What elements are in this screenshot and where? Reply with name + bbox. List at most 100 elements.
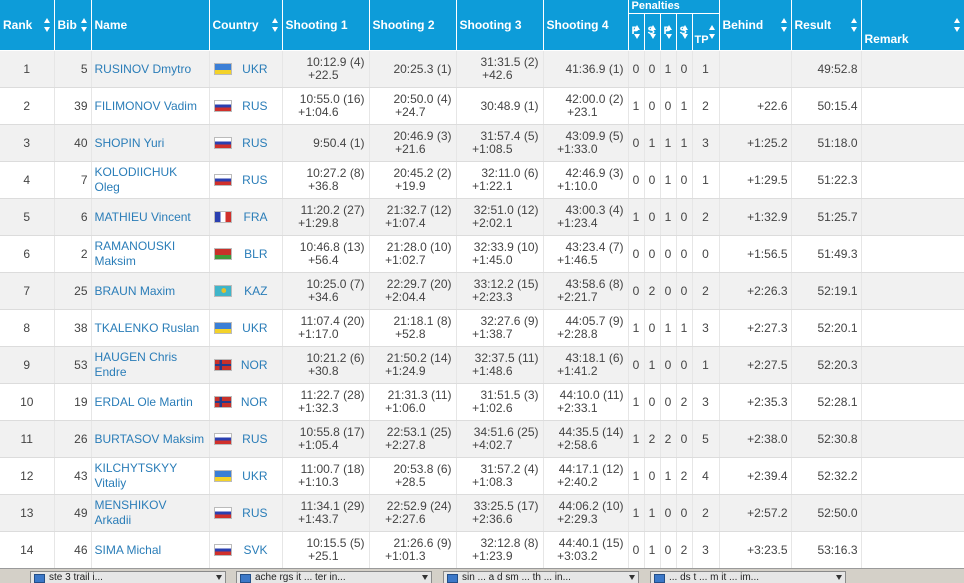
flag-icon — [213, 100, 232, 113]
header-pen-p1[interactable]: P — [628, 13, 645, 51]
shooting-2-cell: 20:25.3 (1) — [369, 50, 457, 88]
penalty-cell: 2 — [644, 420, 661, 458]
result-cell: 51:18.0 — [791, 124, 862, 162]
country-code[interactable]: RUS — [238, 173, 267, 187]
penalty-cell: 0 — [660, 235, 677, 273]
athlete-name-link[interactable]: RUSINOV Dmytro — [91, 50, 210, 88]
header-pen-s1[interactable]: S — [644, 13, 661, 51]
table-row: 4 7 KOLODIICHUK Oleg RUS 10:27.2 (8) +36.8 20:… — [0, 161, 964, 199]
country-code[interactable]: FRA — [238, 210, 268, 224]
country-code[interactable]: KAZ — [238, 284, 267, 298]
athlete-name-link[interactable]: BURTASOV Maksim — [91, 420, 210, 458]
athlete-name-link[interactable]: ERDAL Ole Martin — [91, 383, 210, 421]
athlete-name-link[interactable]: FILIMONOV Vadim — [91, 87, 210, 125]
country-code[interactable]: UKR — [238, 469, 267, 483]
shooting-3-cell: 32:27.6 (9) +1:38.7 — [456, 309, 544, 347]
shooting-1-cell: 11:00.7 (18) +1:10.3 — [282, 457, 370, 495]
shooting-1-cell: 9:50.4 (1) — [282, 124, 370, 162]
penalty-cell: 0 — [692, 235, 720, 273]
penalty-cell: 0 — [676, 494, 693, 532]
taskbar-button[interactable]: ste 3 trail i... — [30, 571, 226, 583]
sort-icon — [43, 18, 51, 32]
shooting-3-cell: 31:57.2 (4) +1:08.3 — [456, 457, 544, 495]
penalty-cell: 2 — [692, 494, 720, 532]
bib-cell: 2 — [54, 235, 92, 273]
shooting-2-cell: 20:53.8 (6) +28.5 — [369, 457, 457, 495]
penalty-cell: 0 — [676, 235, 693, 273]
country-code[interactable]: RUS — [238, 506, 267, 520]
country-code[interactable]: UKR — [238, 321, 267, 335]
athlete-name-link[interactable]: RAMANOUSKI Maksim — [91, 235, 210, 273]
athlete-name-link[interactable]: MENSHIKOV Arkadii — [91, 494, 210, 532]
taskbar-button[interactable]: ache rgs it ... ter in... — [236, 571, 432, 583]
header-rank[interactable]: Rank — [0, 0, 55, 51]
remark-cell — [861, 198, 964, 236]
header-shooting-1[interactable]: Shooting 1 — [282, 0, 370, 51]
penalty-cell: 1 — [660, 457, 677, 495]
table-row: 14 46 SIMA Michal SVK 10:15.5 (5) +25.1 21:26.… — [0, 531, 964, 569]
country-code[interactable]: NOR — [238, 395, 268, 409]
athlete-name-link[interactable]: TKALENKO Ruslan — [91, 309, 210, 347]
table-row: 9 53 HAUGEN Chris Endre NOR 10:21.2 (6) +30.8… — [0, 346, 964, 384]
country-code[interactable]: RUS — [238, 136, 267, 150]
flag-icon — [213, 137, 232, 150]
sort-icon — [708, 25, 716, 39]
flag-icon — [213, 507, 232, 520]
athlete-name-link[interactable]: HAUGEN Chris Endre — [91, 346, 210, 384]
country-code[interactable]: NOR — [238, 358, 268, 372]
athlete-name-link[interactable]: KILCHYTSKYY Vitaliy — [91, 457, 210, 495]
penalty-cell: 0 — [660, 346, 677, 384]
shooting-1-cell: 11:34.1 (29) +1:43.7 — [282, 494, 370, 532]
header-pen-s2[interactable]: S — [676, 13, 693, 51]
penalty-cell: 3 — [692, 531, 720, 569]
header-result[interactable]: Result — [791, 0, 862, 51]
penalty-cell: 0 — [644, 309, 661, 347]
country-code[interactable]: RUS — [238, 432, 267, 446]
shooting-1-cell: 11:07.4 (20) +1:17.0 — [282, 309, 370, 347]
penalty-cell: 0 — [628, 50, 645, 88]
chevron-down-icon — [422, 575, 428, 580]
country-code[interactable]: SVK — [238, 543, 267, 557]
header-country[interactable]: Country — [209, 0, 283, 51]
penalty-cell: 0 — [644, 235, 661, 273]
penalty-cell: 1 — [676, 124, 693, 162]
country-code[interactable]: BLR — [238, 247, 267, 261]
penalty-cell: 3 — [692, 309, 720, 347]
penalty-cell: 1 — [692, 161, 720, 199]
header-shooting-4[interactable]: Shooting 4 — [543, 0, 629, 51]
taskbar-button[interactable]: ... ds t ... m it ... im... — [650, 571, 846, 583]
bib-cell: 6 — [54, 198, 92, 236]
athlete-name-link[interactable]: MATHIEU Vincent — [91, 198, 210, 236]
country-code[interactable]: UKR — [238, 62, 267, 76]
country-code[interactable]: RUS — [238, 99, 267, 113]
header-behind[interactable]: Behind — [719, 0, 792, 51]
penalty-cell: 0 — [676, 198, 693, 236]
shooting-1-cell: 10:27.2 (8) +36.8 — [282, 161, 370, 199]
country-cell: NOR — [209, 383, 283, 421]
result-cell: 52:50.0 — [791, 494, 862, 532]
taskbar-button[interactable]: sin ... a d sm ... th ... in... — [443, 571, 639, 583]
header-pen-p2[interactable]: P — [660, 13, 677, 51]
header-bib[interactable]: Bib — [54, 0, 92, 51]
rank-cell: 8 — [0, 309, 55, 347]
behind-cell: +1:29.5 — [719, 161, 792, 199]
header-pen-tp[interactable]: TP — [692, 13, 720, 51]
bib-cell: 39 — [54, 87, 92, 125]
remark-cell — [861, 309, 964, 347]
athlete-name-link[interactable]: SHOPIN Yuri — [91, 124, 210, 162]
penalty-cell: 0 — [644, 87, 661, 125]
header-shooting-3[interactable]: Shooting 3 — [456, 0, 544, 51]
header-name[interactable]: Name — [91, 0, 210, 51]
athlete-name-link[interactable]: KOLODIICHUK Oleg — [91, 161, 210, 199]
athlete-name-link[interactable]: BRAUN Maxim — [91, 272, 210, 310]
header-remark[interactable]: Remark — [861, 0, 964, 51]
penalty-cell: 0 — [676, 50, 693, 88]
header-shooting-2[interactable]: Shooting 2 — [369, 0, 457, 51]
table-row: 3 40 SHOPIN Yuri RUS 9:50.4 (1) 20:46.9 (3) +2… — [0, 124, 964, 162]
penalty-cell: 0 — [644, 161, 661, 199]
flag-icon — [213, 396, 232, 409]
athlete-name-link[interactable]: SIMA Michal — [91, 531, 210, 569]
table-row: 6 2 RAMANOUSKI Maksim BLR 10:46.8 (13) +56.4 2… — [0, 235, 964, 273]
table-row: 8 38 TKALENKO Ruslan UKR 11:07.4 (20) +1:17.0… — [0, 309, 964, 347]
taskbar: ste 3 trail i... ache rgs it ... ter in..… — [0, 568, 964, 583]
